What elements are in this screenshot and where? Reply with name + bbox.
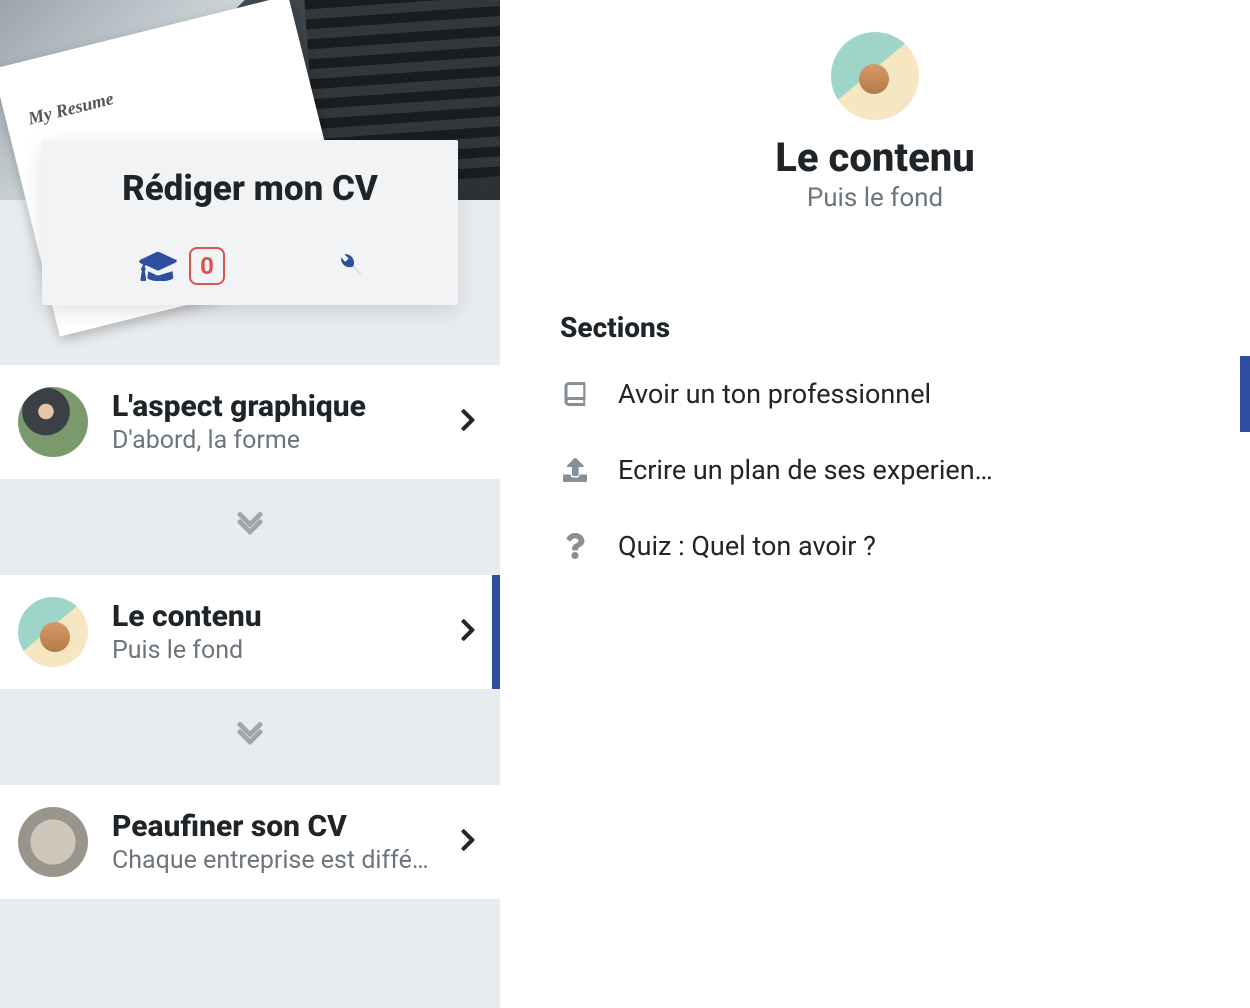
- main-panel: Le contenu Puis le fond Sections Avoir u…: [500, 0, 1250, 1008]
- sections-heading: Sections: [560, 311, 1250, 344]
- chapter-title: L'aspect graphique: [112, 389, 436, 424]
- chevron-right-icon: [460, 826, 476, 858]
- course-title: Rédiger mon CV: [52, 168, 448, 209]
- course-card: Rédiger mon CV 0: [42, 140, 458, 305]
- section-list: Avoir un ton professionnel Ecrire un pla…: [500, 356, 1250, 584]
- section-item-quiz[interactable]: Quiz : Quel ton avoir ?: [500, 508, 1250, 584]
- chapter-expander[interactable]: [0, 689, 500, 785]
- chapter-avatar: [18, 597, 88, 667]
- chapter-subtitle: Chaque entreprise est diffé…: [112, 846, 436, 875]
- chevron-right-icon: [460, 616, 476, 648]
- graduation-cap-icon: [139, 251, 177, 281]
- main-subtitle: Puis le fond: [540, 183, 1210, 213]
- settings-button[interactable]: [331, 249, 361, 283]
- section-item-ton-professionnel[interactable]: Avoir un ton professionnel: [500, 356, 1250, 432]
- chapter-title: Peaufiner son CV: [112, 809, 436, 844]
- chevron-right-icon: [460, 406, 476, 438]
- chapter-title: Le contenu: [112, 599, 436, 634]
- points-count: 0: [189, 247, 225, 285]
- section-label: Quiz : Quel ton avoir ?: [618, 530, 1220, 562]
- chapter-item-aspect-graphique[interactable]: L'aspect graphique D'abord, la forme: [0, 365, 500, 479]
- sidebar: Rédiger mon CV 0 L'aspect graphique D'ab…: [0, 0, 500, 1008]
- chapter-avatar: [18, 387, 88, 457]
- main-avatar: [831, 32, 919, 120]
- chapter-list: L'aspect graphique D'abord, la forme Le …: [0, 365, 500, 1008]
- upload-icon: [560, 458, 590, 482]
- chapter-item-le-contenu[interactable]: Le contenu Puis le fond: [0, 575, 500, 689]
- main-header: Le contenu Puis le fond: [500, 32, 1250, 213]
- chapter-subtitle: Puis le fond: [112, 636, 436, 665]
- section-item-plan-experiences[interactable]: Ecrire un plan de ses experien…: [500, 432, 1250, 508]
- chapter-expander[interactable]: [0, 479, 500, 575]
- chapter-avatar: [18, 807, 88, 877]
- chapter-subtitle: D'abord, la forme: [112, 426, 436, 455]
- section-label: Ecrire un plan de ses experien…: [618, 454, 1220, 486]
- main-title: Le contenu: [540, 134, 1210, 181]
- question-icon: [560, 533, 590, 559]
- book-icon: [560, 382, 590, 406]
- section-label: Avoir un ton professionnel: [618, 378, 1220, 410]
- points-indicator[interactable]: 0: [139, 247, 225, 285]
- chapter-item-peaufiner[interactable]: Peaufiner son CV Chaque entreprise est d…: [0, 785, 500, 899]
